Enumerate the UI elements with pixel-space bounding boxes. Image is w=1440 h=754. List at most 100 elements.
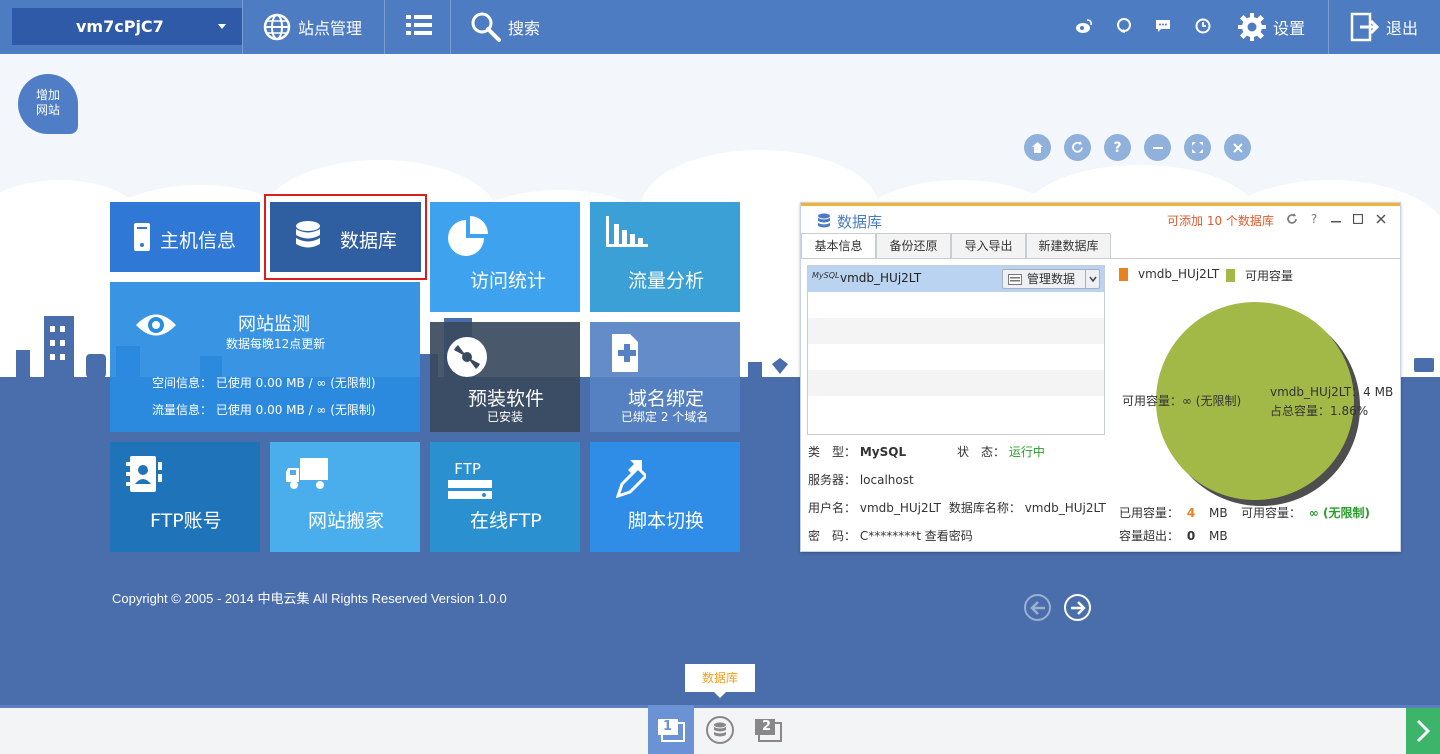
maximize-icon: [1353, 214, 1363, 224]
server-icon: [134, 223, 150, 251]
list-row-empty: [808, 370, 1104, 396]
legend-swatch: [1226, 269, 1235, 282]
tile-traffic-label: 流量分析: [628, 270, 705, 292]
tile-script-switch[interactable]: 脚本切换: [590, 442, 740, 552]
db-server-row: 服务器： localhost: [808, 471, 914, 488]
panel-close-button[interactable]: [1374, 212, 1388, 226]
tile-online-ftp[interactable]: FTP 在线FTP: [430, 442, 580, 552]
tab-import-export[interactable]: 导入导出: [951, 233, 1026, 259]
tile-ftp-account[interactable]: FTP账号: [110, 442, 260, 552]
chat-icon[interactable]: [1153, 16, 1173, 36]
add-site-button[interactable]: 增加 网站: [18, 74, 78, 134]
truck-icon: [286, 458, 328, 489]
dock-page-1-button[interactable]: 1: [648, 705, 694, 754]
tab-backup-restore[interactable]: 备份还原: [876, 233, 951, 259]
panel-help-button[interactable]: ?: [1307, 212, 1321, 226]
panel-refresh-button[interactable]: [1285, 212, 1299, 226]
tile-site-move[interactable]: 网站搬家: [270, 442, 420, 552]
tile-preinstall[interactable]: 预装软件 已安装: [430, 322, 580, 432]
next-page-button[interactable]: [1064, 594, 1091, 621]
tile-traffic[interactable]: 流量分析: [590, 202, 740, 312]
weibo-icon[interactable]: [1074, 16, 1094, 36]
page-1-number: 1: [663, 719, 673, 734]
tile-monitor-title: 网站监测: [238, 314, 310, 335]
prev-page-button[interactable]: [1024, 594, 1051, 621]
site-manage-button[interactable]: 站点管理: [262, 0, 362, 54]
panel-maximize-button[interactable]: [1351, 212, 1365, 226]
dock-next-button[interactable]: [1406, 708, 1440, 754]
db-type-label: 类 型：: [808, 445, 857, 459]
clock-icon[interactable]: [1193, 16, 1213, 36]
page-2-number: 2: [762, 719, 772, 734]
db-password-value: C********t: [859, 529, 921, 543]
site-selector[interactable]: vm7cPjC7: [12, 8, 242, 45]
db-server-label: 服务器：: [808, 473, 857, 487]
panel-title: 数据库: [837, 213, 883, 231]
db-password-row: 密 码： C********t 查看密码: [808, 527, 973, 544]
tile-preinstall-title: 预装软件: [468, 388, 545, 410]
list-menu-button[interactable]: [405, 0, 433, 54]
tile-online-ftp-label: 在线FTP: [470, 510, 542, 532]
tile-database-highlight[interactable]: 数据库: [264, 194, 427, 280]
tile-preinstall-sub: 已安装: [487, 410, 524, 424]
manage-data-label: 管理数据: [1027, 272, 1076, 286]
tile-domain-sub: 已绑定 2 个域名: [621, 410, 709, 424]
logout-button[interactable]: 退出: [1350, 0, 1418, 54]
legend-db-label: vmdb_HUj2LT: [1138, 267, 1220, 281]
chevron-down-icon: [218, 24, 226, 29]
database-icon: [818, 213, 830, 228]
tile-script-switch-label: 脚本切换: [628, 510, 705, 532]
arrow-left-icon: [1029, 600, 1045, 615]
db-status-value: 运行中: [1008, 445, 1045, 459]
legend-db: vmdb_HUj2LT: [1119, 267, 1219, 281]
search-button[interactable]: 搜索: [470, 0, 540, 54]
available-capacity-label: 可用容量：: [1241, 506, 1302, 520]
list-row-empty: [808, 318, 1104, 344]
db-dbname-label: 数据库名称：: [948, 501, 1021, 515]
tile-monitor[interactable]: 网站监测 数据每晚12点更新 空间信息： 已使用 0.00 MB / ∞ (无限…: [110, 282, 420, 432]
arrow-right-icon: [1070, 600, 1086, 615]
pie-label-percent: 占总容量：1.86%: [1270, 404, 1369, 418]
add-site-line1: 增加: [35, 88, 60, 102]
pie-label-db: vmdb_HUj2LT：4 MB: [1270, 385, 1394, 399]
tile-domain[interactable]: 域名绑定 已绑定 2 个域名: [590, 322, 740, 432]
legend-available-label: 可用容量: [1245, 269, 1294, 283]
dock-page-2-button[interactable]: 2: [748, 705, 788, 754]
legend-swatch: [1119, 267, 1128, 281]
db-user-value: vmdb_HUj2LT: [859, 501, 942, 515]
divider: [450, 0, 451, 54]
qq-icon[interactable]: [1114, 16, 1134, 36]
eye-icon: [136, 314, 176, 336]
list-row-empty: [808, 396, 1104, 422]
add-site-line2: 网站: [35, 103, 60, 117]
search-label: 搜索: [508, 19, 541, 38]
tile-visit-stats[interactable]: 访问统计: [430, 202, 580, 312]
dropdown-toggle[interactable]: [1085, 270, 1099, 288]
panel-quota-note: 可添加 10 个数据库: [1167, 214, 1274, 228]
used-capacity-value: 4: [1186, 506, 1196, 520]
used-capacity-label: 已用容量：: [1119, 506, 1180, 520]
search-icon: [470, 11, 502, 43]
db-password-label: 密 码：: [808, 529, 857, 543]
gear-icon: [1237, 12, 1267, 42]
tile-host-info[interactable]: 主机信息: [110, 202, 260, 272]
site-manage-label: 站点管理: [298, 19, 363, 38]
panel-minimize-button[interactable]: [1329, 212, 1343, 226]
tile-ftp-account-label: FTP账号: [150, 510, 222, 532]
contact-book-icon: [126, 456, 162, 492]
tab-new-database[interactable]: 新建数据库: [1026, 233, 1111, 259]
tile-database[interactable]: 数据库: [270, 202, 421, 272]
database-list-item[interactable]: MySQL vmdb_HUj2LT 管理数据: [808, 266, 1104, 292]
settings-button[interactable]: 设置: [1237, 0, 1305, 54]
pie-label-available: 可用容量：∞ (无限制): [1122, 394, 1242, 408]
view-password-link[interactable]: 查看密码: [925, 529, 973, 543]
close-icon: [1376, 214, 1386, 224]
tile-visit-stats-label: 访问统计: [470, 270, 547, 292]
disc-icon: [447, 337, 487, 377]
dock-database-button[interactable]: [700, 705, 740, 754]
list-icon: [405, 13, 433, 41]
settings-label: 设置: [1273, 19, 1306, 38]
tile-site-move-label: 网站搬家: [308, 510, 385, 532]
manage-data-button[interactable]: 管理数据: [1002, 269, 1100, 289]
tab-basic-info[interactable]: 基本信息: [801, 233, 876, 259]
